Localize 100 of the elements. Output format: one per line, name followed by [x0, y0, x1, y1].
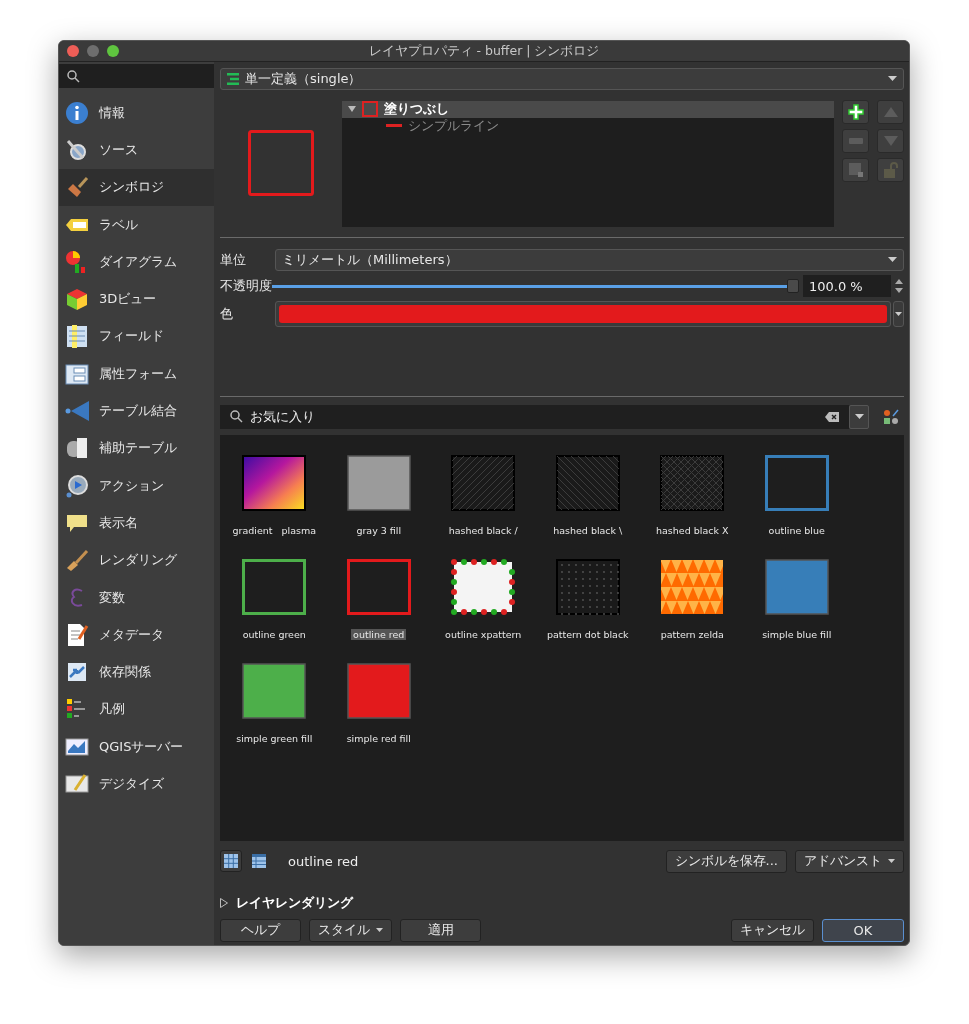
sidebar-item[interactable]: ダイアグラム [59, 243, 214, 281]
sidebar-item[interactable]: ラベル [59, 205, 214, 244]
symbol-layer-row[interactable]: シンプルライン [342, 117, 834, 135]
symbol-layer-label: シンプルライン [408, 117, 499, 136]
sidebar-item[interactable]: 補助テーブル [59, 429, 214, 467]
sidebar-item-label: 依存関係 [99, 663, 151, 682]
caret-icon [376, 928, 383, 933]
add-layer-button[interactable] [842, 99, 869, 124]
sidebar-item-label: 凡例 [99, 700, 125, 719]
down-triangle-icon [883, 135, 898, 146]
color-label: 色 [220, 305, 234, 324]
grid-icon [224, 854, 238, 869]
renderer-value: 単一定義（single） [245, 69, 362, 88]
sidebar-item-label: テーブル結合 [99, 402, 177, 420]
sidebar-item[interactable]: QGISサーバー [59, 728, 214, 766]
style-manager-icon[interactable] [883, 408, 899, 425]
sidebar-item-label: 表示名 [99, 513, 138, 532]
symbol-layer-row[interactable]: 塗りつぶし [342, 100, 834, 118]
map-pencil-icon [65, 772, 89, 796]
sidebar-item[interactable]: テーブル結合 [59, 392, 214, 430]
symbol-name[interactable]: pattern zelda [658, 628, 726, 640]
sidebar-item[interactable]: 凡例 [59, 690, 214, 729]
renderer-dropdown[interactable]: 単一定義（single） [220, 68, 904, 90]
icon-view-button[interactable] [220, 850, 242, 873]
save-symbol-button[interactable]: シンボルを保存... [665, 849, 787, 873]
sidebar-item[interactable]: ソース [59, 131, 214, 169]
caret-icon [895, 312, 902, 317]
unit-label: 単位 [220, 250, 247, 269]
symbol-name[interactable]: hashed black \ [551, 524, 625, 536]
window-title: レイヤプロパティ - buffer | シンボロジ [367, 42, 601, 60]
zoom-window-button[interactable] [107, 45, 119, 57]
sidebar-item[interactable]: メタデータ [59, 616, 214, 654]
symbol-preview [248, 130, 314, 197]
sidebar-item[interactable]: 3Dビュー [59, 280, 214, 318]
plus-icon [847, 103, 864, 120]
symbol-swatch [451, 558, 516, 615]
sidebar-item-label: QGISサーバー [99, 737, 184, 756]
symbol-name[interactable]: simple blue fill [760, 628, 834, 640]
symbol-name[interactable]: outline blue [766, 524, 827, 536]
cancel-button[interactable]: キャンセル [731, 919, 814, 942]
sidebar-item-label: シンボロジ [99, 178, 164, 197]
search-field[interactable] [59, 64, 214, 88]
sidebar-item-label: デジタイズ [99, 775, 164, 793]
sidebar-item[interactable]: 依存関係 [59, 653, 214, 691]
symbol-swatch [451, 454, 516, 511]
symbol-swatch [555, 454, 620, 511]
sidebar-item[interactable]: レンダリング [59, 541, 214, 579]
sidebar-item-label: ラベル [99, 215, 138, 234]
close-window-button[interactable] [67, 45, 79, 57]
symbol-name[interactable]: pattern dot black [544, 628, 631, 640]
symbol-name[interactable]: hashed black X [654, 524, 731, 536]
symbol-name[interactable]: hashed black / [446, 524, 520, 536]
sidebar-item[interactable]: デジタイズ [59, 765, 214, 803]
ok-button[interactable]: OK [822, 919, 904, 942]
unlocked-padlock-icon [883, 161, 898, 178]
info-icon [65, 100, 89, 125]
opacity-spinbox[interactable]: 100.0 % [803, 275, 891, 298]
footer-button[interactable]: ヘルプ [220, 919, 301, 942]
minus-icon [848, 137, 863, 144]
library-search-field[interactable]: お気に入り [220, 404, 849, 429]
sidebar-item[interactable]: 属性フォーム [59, 355, 214, 393]
advanced-menu-button[interactable]: アドバンスト [795, 849, 904, 873]
up-triangle-icon [883, 106, 898, 117]
menu-button[interactable]: スタイル [309, 919, 392, 942]
sidebar-item-label: ソース [99, 140, 138, 159]
symbol-name[interactable]: outline green [240, 628, 308, 640]
sidebar-item-label: レンダリング [99, 551, 177, 570]
sidebar-item-label: 3Dビュー [99, 290, 157, 309]
color-menu-button[interactable] [893, 301, 904, 328]
gear-play-icon [65, 473, 89, 498]
expand-caret-icon[interactable] [348, 106, 356, 113]
slider-thumb[interactable] [787, 279, 799, 294]
layer-rendering-toggle[interactable]: レイヤレンダリング [220, 894, 904, 912]
symbol-name[interactable]: simple red fill [344, 732, 413, 744]
clear-icon[interactable] [825, 411, 839, 422]
sidebar-item[interactable]: 情報 [59, 94, 214, 132]
duplicate-icon [848, 162, 863, 177]
caret-icon [888, 257, 897, 263]
sidebar-item[interactable]: 変数 [59, 578, 214, 617]
symbol-name[interactable]: gray 3 fill [354, 524, 404, 536]
symbol-name[interactable]: outline xpattern [443, 628, 524, 640]
sidebar-item[interactable]: 表示名 [59, 504, 214, 542]
sidebar-item-label: メタデータ [99, 625, 164, 644]
form-icon [65, 361, 89, 386]
unit-dropdown[interactable]: ミリメートル（Millimeters） [275, 248, 904, 271]
symbol-name[interactable]: gradient plasma [230, 524, 319, 536]
search-icon [230, 410, 243, 424]
filter-dropdown-button[interactable] [849, 404, 869, 429]
sidebar-item[interactable]: アクション [59, 466, 214, 505]
footer-button[interactable]: 適用 [400, 919, 481, 942]
symbol-name[interactable]: simple green fill [234, 732, 315, 744]
expand-triangle-icon [220, 898, 228, 908]
sidebar-item-label: 情報 [99, 103, 125, 122]
unit-value: ミリメートル（Millimeters） [282, 250, 458, 269]
cube-icon [65, 287, 89, 312]
sidebar-item[interactable]: シンボロジ [59, 168, 214, 206]
single-symbol-icon [227, 72, 239, 85]
search-value: お気に入り [250, 407, 315, 426]
symbol-name[interactable]: outline red [351, 628, 407, 640]
sidebar-item[interactable]: フィールド [59, 317, 214, 356]
